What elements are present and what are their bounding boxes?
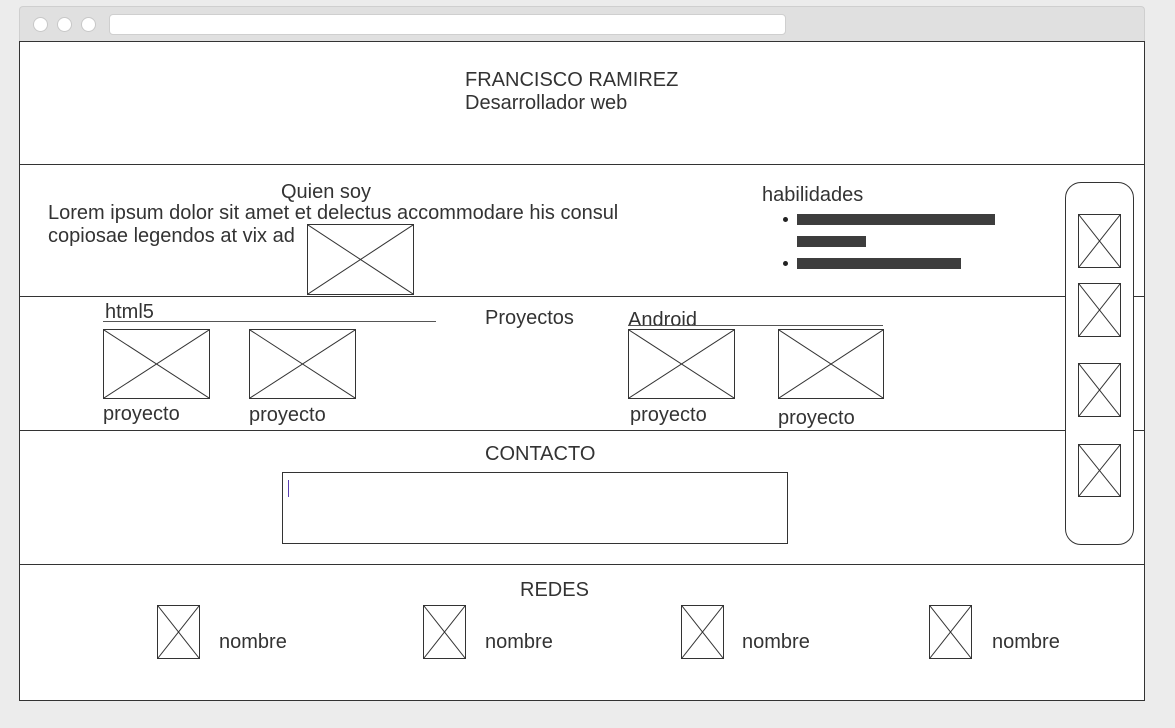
side-nav-icon[interactable] (1078, 214, 1121, 268)
side-navigation-rail (1065, 182, 1134, 545)
project-group-underline (103, 321, 436, 322)
social-label[interactable]: nombre (485, 631, 553, 654)
section-divider (20, 164, 1144, 165)
project-label[interactable]: proyecto (249, 404, 326, 427)
social-icon[interactable] (157, 605, 200, 659)
section-divider (20, 430, 1144, 431)
project-thumbnail[interactable] (103, 329, 210, 399)
side-nav-icon[interactable] (1078, 444, 1121, 497)
side-nav-icon[interactable] (1078, 283, 1121, 337)
window-close-icon[interactable] (33, 17, 48, 32)
project-label[interactable]: proyecto (103, 403, 180, 426)
social-label[interactable]: nombre (992, 631, 1060, 654)
header-subtitle: Desarrollador web (465, 92, 628, 114)
project-thumbnail[interactable] (249, 329, 356, 399)
social-title: REDES (520, 579, 589, 601)
window-maximize-icon[interactable] (81, 17, 96, 32)
browser-window-chrome (19, 6, 1145, 42)
social-icon[interactable] (423, 605, 466, 659)
address-bar[interactable] (109, 14, 786, 35)
social-label[interactable]: nombre (219, 631, 287, 654)
projects-title: Proyectos (485, 307, 574, 329)
project-group-underline (628, 325, 883, 326)
skill-bullet (783, 261, 788, 266)
page-wireframe: FRANCISCO RAMIREZ Desarrollador web Quie… (19, 41, 1145, 701)
about-text-line2: copiosae legendos at vix ad (48, 225, 295, 247)
project-thumbnail[interactable] (778, 329, 884, 399)
section-divider (20, 296, 1144, 297)
skills-title: habilidades (762, 184, 864, 206)
project-label[interactable]: proyecto (630, 404, 707, 427)
about-text-line1: Lorem ipsum dolor sit amet et delectus a… (48, 202, 619, 224)
project-thumbnail[interactable] (628, 329, 735, 399)
about-image-placeholder (307, 224, 414, 295)
project-label[interactable]: proyecto (778, 407, 855, 430)
social-label[interactable]: nombre (742, 631, 810, 654)
side-nav-icon[interactable] (1078, 363, 1121, 417)
skill-bar-3 (797, 258, 961, 269)
section-divider (20, 564, 1144, 565)
social-icon[interactable] (929, 605, 972, 659)
skill-bullet (783, 217, 788, 222)
text-caret (288, 480, 289, 497)
window-minimize-icon[interactable] (57, 17, 72, 32)
skill-bar-2 (797, 236, 866, 247)
contact-input[interactable] (282, 472, 788, 544)
social-icon[interactable] (681, 605, 724, 659)
header-name: FRANCISCO RAMIREZ (465, 69, 679, 91)
skill-bar-1 (797, 214, 995, 225)
about-title: Quien soy (281, 181, 372, 203)
contact-title: CONTACTO (485, 443, 596, 465)
